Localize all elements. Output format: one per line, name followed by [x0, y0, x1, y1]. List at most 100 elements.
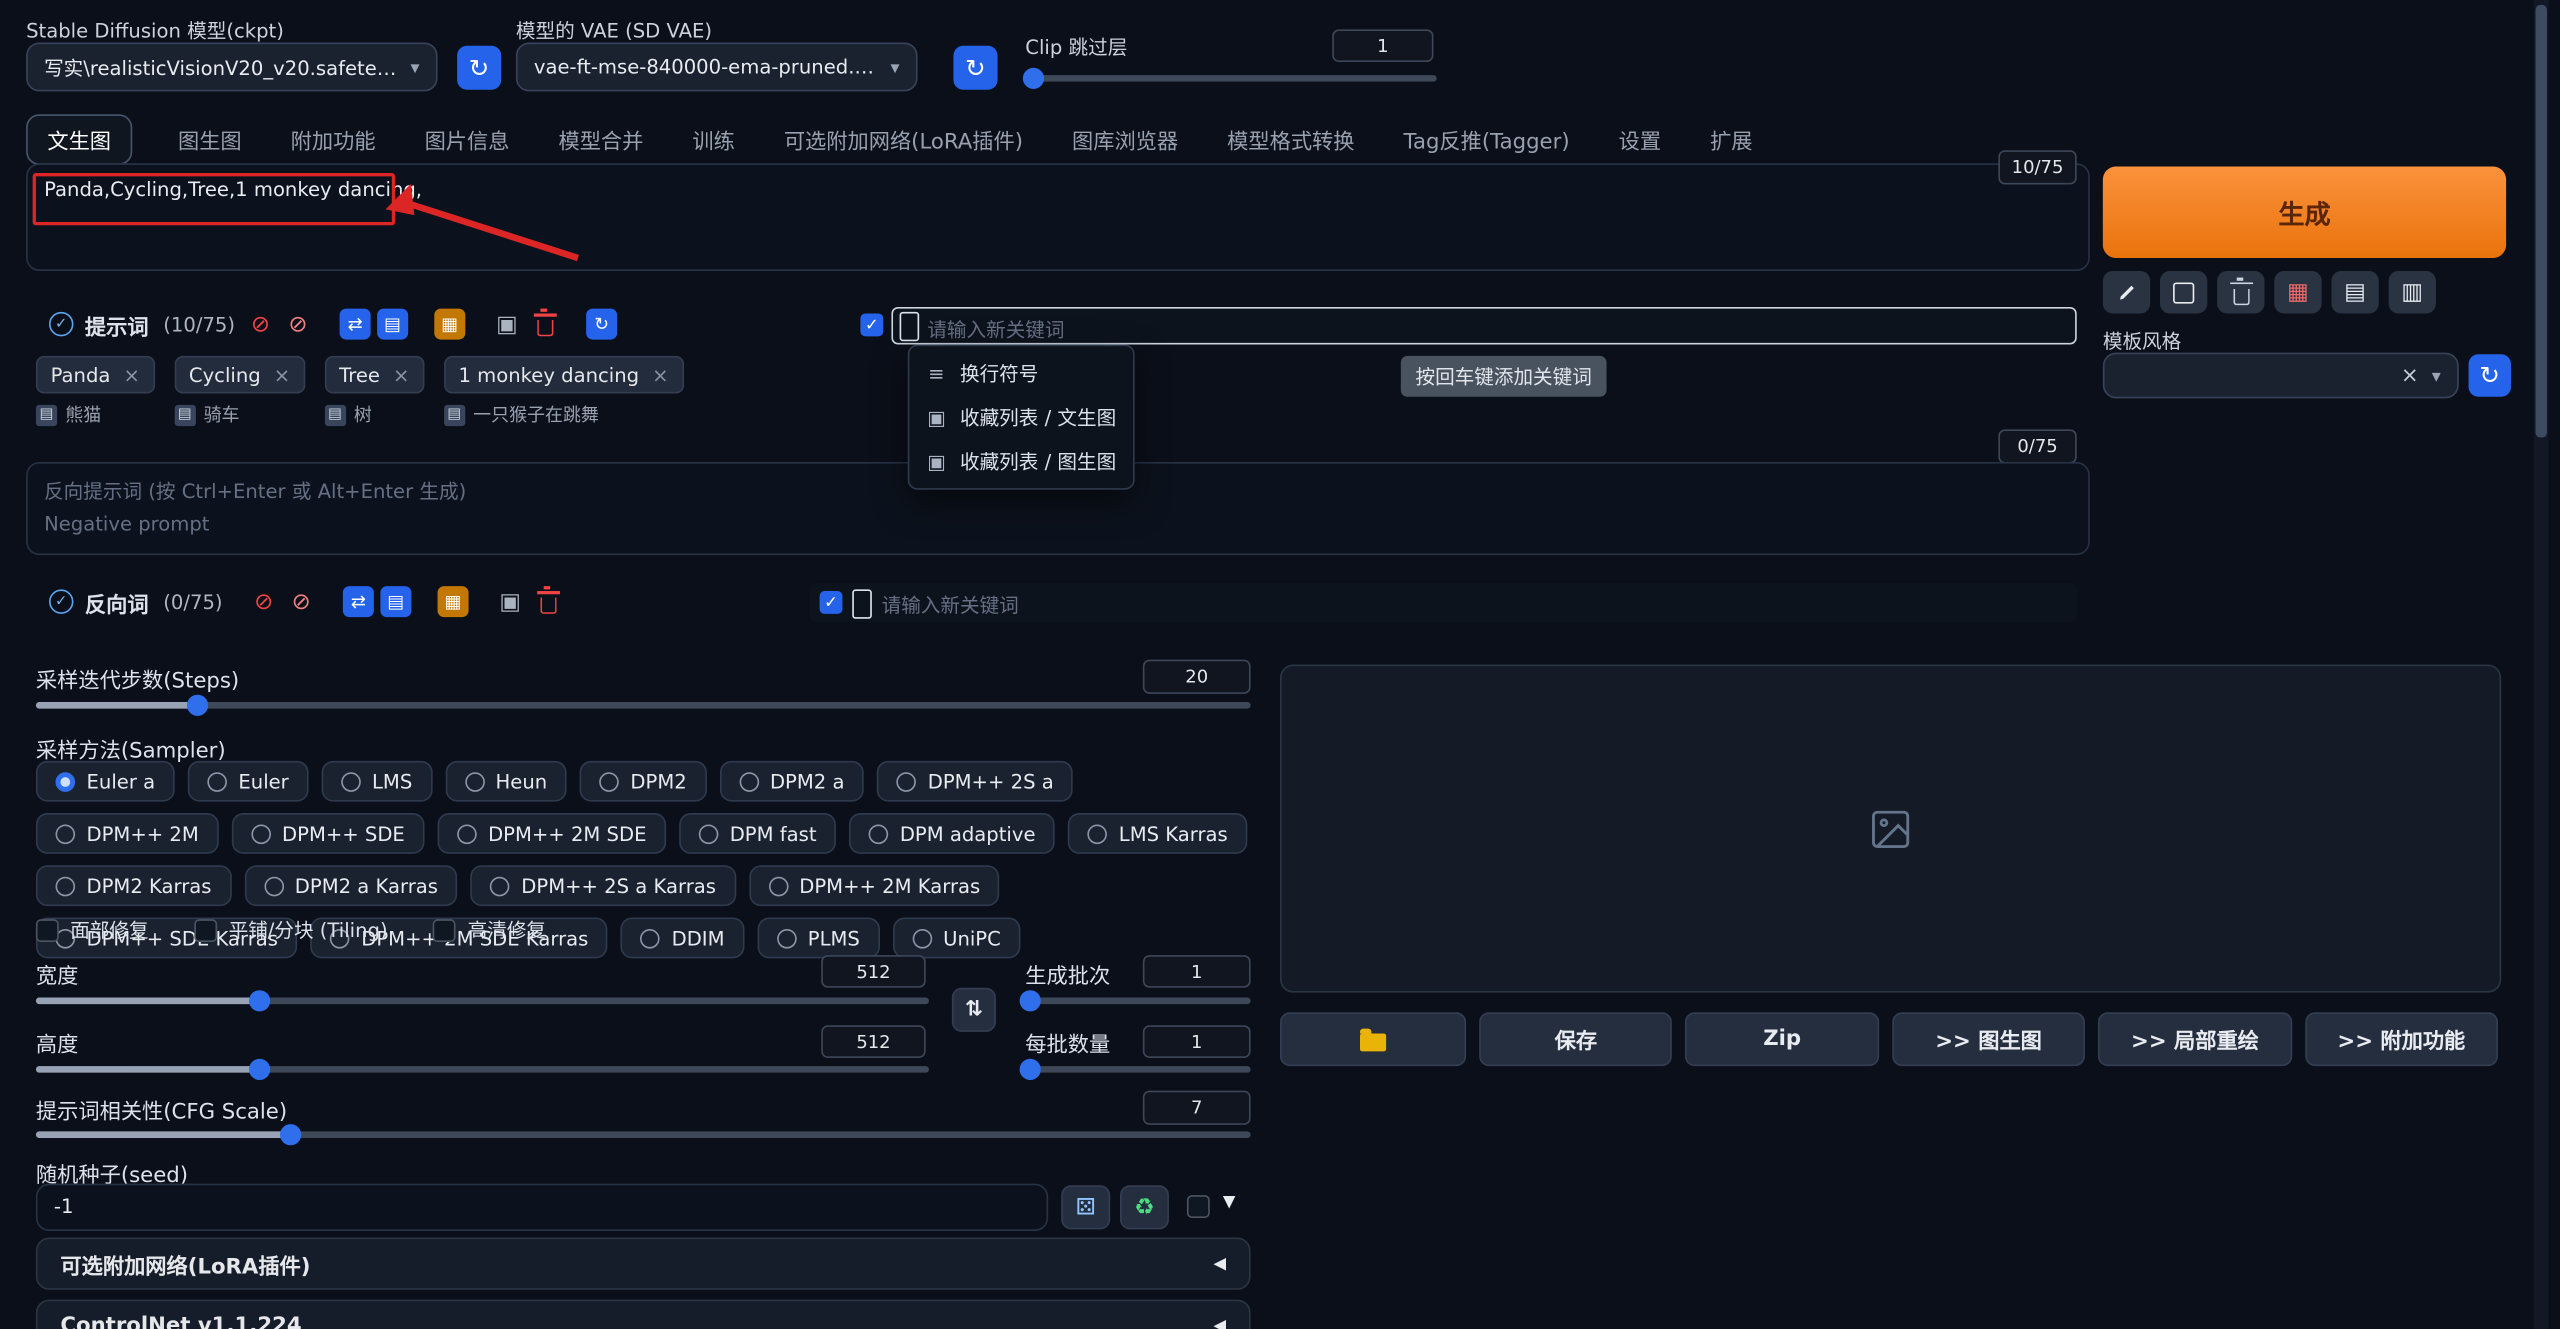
slider-knob[interactable] [187, 695, 208, 716]
prompt-keyword-input[interactable]: 请输入新关键词 [891, 307, 2076, 345]
batch-size-slider[interactable] [1025, 1066, 1250, 1073]
remove-tag-icon[interactable]: × [393, 363, 409, 386]
ban-button[interactable]: ⊘ [245, 309, 276, 340]
sampler-option[interactable]: LMS Karras [1068, 813, 1247, 854]
prompt-tag[interactable]: 1 monkey dancing × [444, 356, 684, 394]
negative-keyword-input[interactable]: ✓ 请输入新关键词 [810, 583, 2077, 622]
translate-button[interactable]: ⇄ [340, 309, 371, 340]
sampler-option[interactable]: DPM fast [679, 813, 836, 854]
menu-item[interactable]: ▣ 收藏列表 / 文生图 [909, 395, 1132, 439]
trash-button[interactable] [2217, 271, 2264, 313]
history-button[interactable]: ▦ [434, 309, 465, 340]
slider-knob[interactable] [249, 1059, 270, 1080]
remove-tag-icon[interactable]: × [652, 363, 668, 386]
action-button[interactable]: >> 附加功能 [2305, 1012, 2498, 1066]
sampler-option[interactable]: DPM2 a Karras [244, 865, 457, 906]
ban-button[interactable]: ⊘ [248, 586, 279, 617]
negative-keyword-checkbox[interactable]: ✓ [820, 591, 843, 614]
sampler-option[interactable]: DPM++ 2S a Karras [471, 865, 736, 906]
option-checkbox-item[interactable]: 面部修复 [36, 916, 149, 944]
save-style-button[interactable]: ▥ [2389, 271, 2436, 313]
prompt-tag[interactable]: Cycling × [174, 356, 305, 394]
sampler-option[interactable]: DDIM [621, 918, 744, 959]
slider-knob[interactable] [1023, 68, 1044, 89]
prompt-tag[interactable]: Tree × [324, 356, 424, 394]
batch-count-value[interactable]: 1 [1143, 955, 1251, 988]
sampler-option[interactable]: DPM++ 2M [36, 813, 218, 854]
sync-button[interactable]: ↻ [586, 309, 617, 340]
tab[interactable]: 可选附加网络(LoRA插件) [781, 115, 1027, 162]
option-checkbox-item[interactable]: 高清修复 [433, 916, 546, 944]
vae-refresh-button[interactable]: ↻ [953, 46, 997, 90]
tab[interactable]: 图库浏览器 [1069, 115, 1182, 162]
lora-accordion[interactable]: 可选附加网络(LoRA插件) ◀ [36, 1238, 1251, 1290]
tab[interactable]: 训练 [689, 115, 738, 162]
slider-knob[interactable] [249, 990, 270, 1011]
sampler-option[interactable]: DPM++ 2M SDE [437, 813, 666, 854]
steps-value[interactable]: 20 [1143, 660, 1251, 694]
option-checkbox-item[interactable]: 平铺/分块 (Tiling) [194, 916, 387, 944]
menu-item[interactable]: ▣ 收藏列表 / 图生图 [909, 439, 1132, 483]
vae-select[interactable]: vae-ft-mse-840000-ema-pruned.safetensors… [516, 42, 918, 91]
tab[interactable]: 模型格式转换 [1224, 115, 1358, 162]
remove-tag-icon[interactable]: × [123, 363, 139, 386]
ckpt-refresh-button[interactable]: ↻ [457, 46, 501, 90]
ban-all-button[interactable]: ⊘ [286, 586, 317, 617]
extra-seed-checkbox[interactable] [1187, 1195, 1210, 1218]
sampler-option[interactable]: Heun [445, 761, 567, 802]
tab[interactable]: 附加功能 [287, 115, 378, 162]
slider-knob[interactable] [280, 1124, 301, 1145]
reuse-seed-button[interactable]: ♻ [1120, 1185, 1169, 1229]
sampler-option[interactable]: UniPC [892, 918, 1020, 959]
scrollbar[interactable] [2534, 0, 2549, 1329]
slider-knob[interactable] [1019, 1059, 1040, 1080]
output-gallery[interactable] [1280, 664, 2501, 992]
copy-button[interactable]: ▣ [491, 309, 522, 340]
sampler-option[interactable]: PLMS [757, 918, 879, 959]
delete-button[interactable] [529, 309, 560, 340]
tab[interactable]: 设置 [1615, 115, 1664, 162]
template-style-select[interactable]: × ▾ [2103, 353, 2459, 399]
sampler-option[interactable]: Euler a [36, 761, 175, 802]
sampler-option[interactable]: DPM adaptive [849, 813, 1055, 854]
action-button[interactable]: >> 局部重绘 [2098, 1012, 2291, 1066]
generate-button[interactable]: 生成 [2103, 167, 2506, 258]
sampler-option[interactable]: DPM2 Karras [36, 865, 231, 906]
delete-button[interactable] [532, 586, 563, 617]
prompt-keyword-checkbox[interactable]: ✓ [860, 313, 883, 336]
random-seed-button[interactable]: ⚄ [1061, 1185, 1110, 1229]
tab[interactable]: 扩展 [1707, 115, 1756, 162]
favorites-button[interactable]: ▤ [377, 309, 408, 340]
history-button[interactable]: ▦ [438, 586, 469, 617]
height-slider[interactable] [36, 1066, 929, 1073]
tab[interactable]: 图生图 [175, 115, 245, 162]
brush-button[interactable] [2103, 271, 2150, 313]
action-button[interactable]: 保存 [1479, 1012, 1672, 1066]
menu-item[interactable]: ≡ 换行符号 [909, 351, 1132, 395]
tab[interactable]: 模型合并 [555, 115, 646, 162]
clip-skip-slider[interactable] [1025, 75, 1436, 82]
clip-skip-value[interactable]: 1 [1332, 29, 1433, 62]
batch-count-slider[interactable] [1025, 998, 1250, 1005]
scrollbar-thumb[interactable] [2536, 5, 2547, 438]
sampler-option[interactable]: DPM2 a [719, 761, 864, 802]
action-button[interactable]: Zip [1686, 1012, 1879, 1066]
seed-extra-dropdown-icon[interactable]: ▼ [1223, 1193, 1236, 1211]
cfg-value[interactable]: 7 [1143, 1091, 1251, 1125]
cfg-slider[interactable] [36, 1131, 1251, 1138]
steps-slider[interactable] [36, 702, 1251, 709]
sampler-option[interactable]: DPM2 [580, 761, 706, 802]
tab[interactable]: Tag反推(Tagger) [1400, 115, 1573, 162]
favorites-button[interactable]: ▤ [380, 586, 411, 617]
sampler-option[interactable]: DPM++ SDE [231, 813, 424, 854]
height-value[interactable]: 512 [821, 1025, 925, 1058]
tab[interactable]: 文生图 [26, 113, 132, 164]
palette-button[interactable]: ▦ [2274, 271, 2321, 313]
sampler-option[interactable]: DPM++ 2M Karras [749, 865, 1000, 906]
frame-button[interactable] [2160, 271, 2207, 313]
clear-icon[interactable]: × [2401, 363, 2419, 387]
controlnet-accordion[interactable]: ControlNet v1.1.224 ◀ [36, 1300, 1251, 1329]
card-button[interactable]: ▤ [2331, 271, 2378, 313]
batch-size-value[interactable]: 1 [1143, 1025, 1251, 1058]
seed-input[interactable]: -1 [36, 1184, 1048, 1231]
